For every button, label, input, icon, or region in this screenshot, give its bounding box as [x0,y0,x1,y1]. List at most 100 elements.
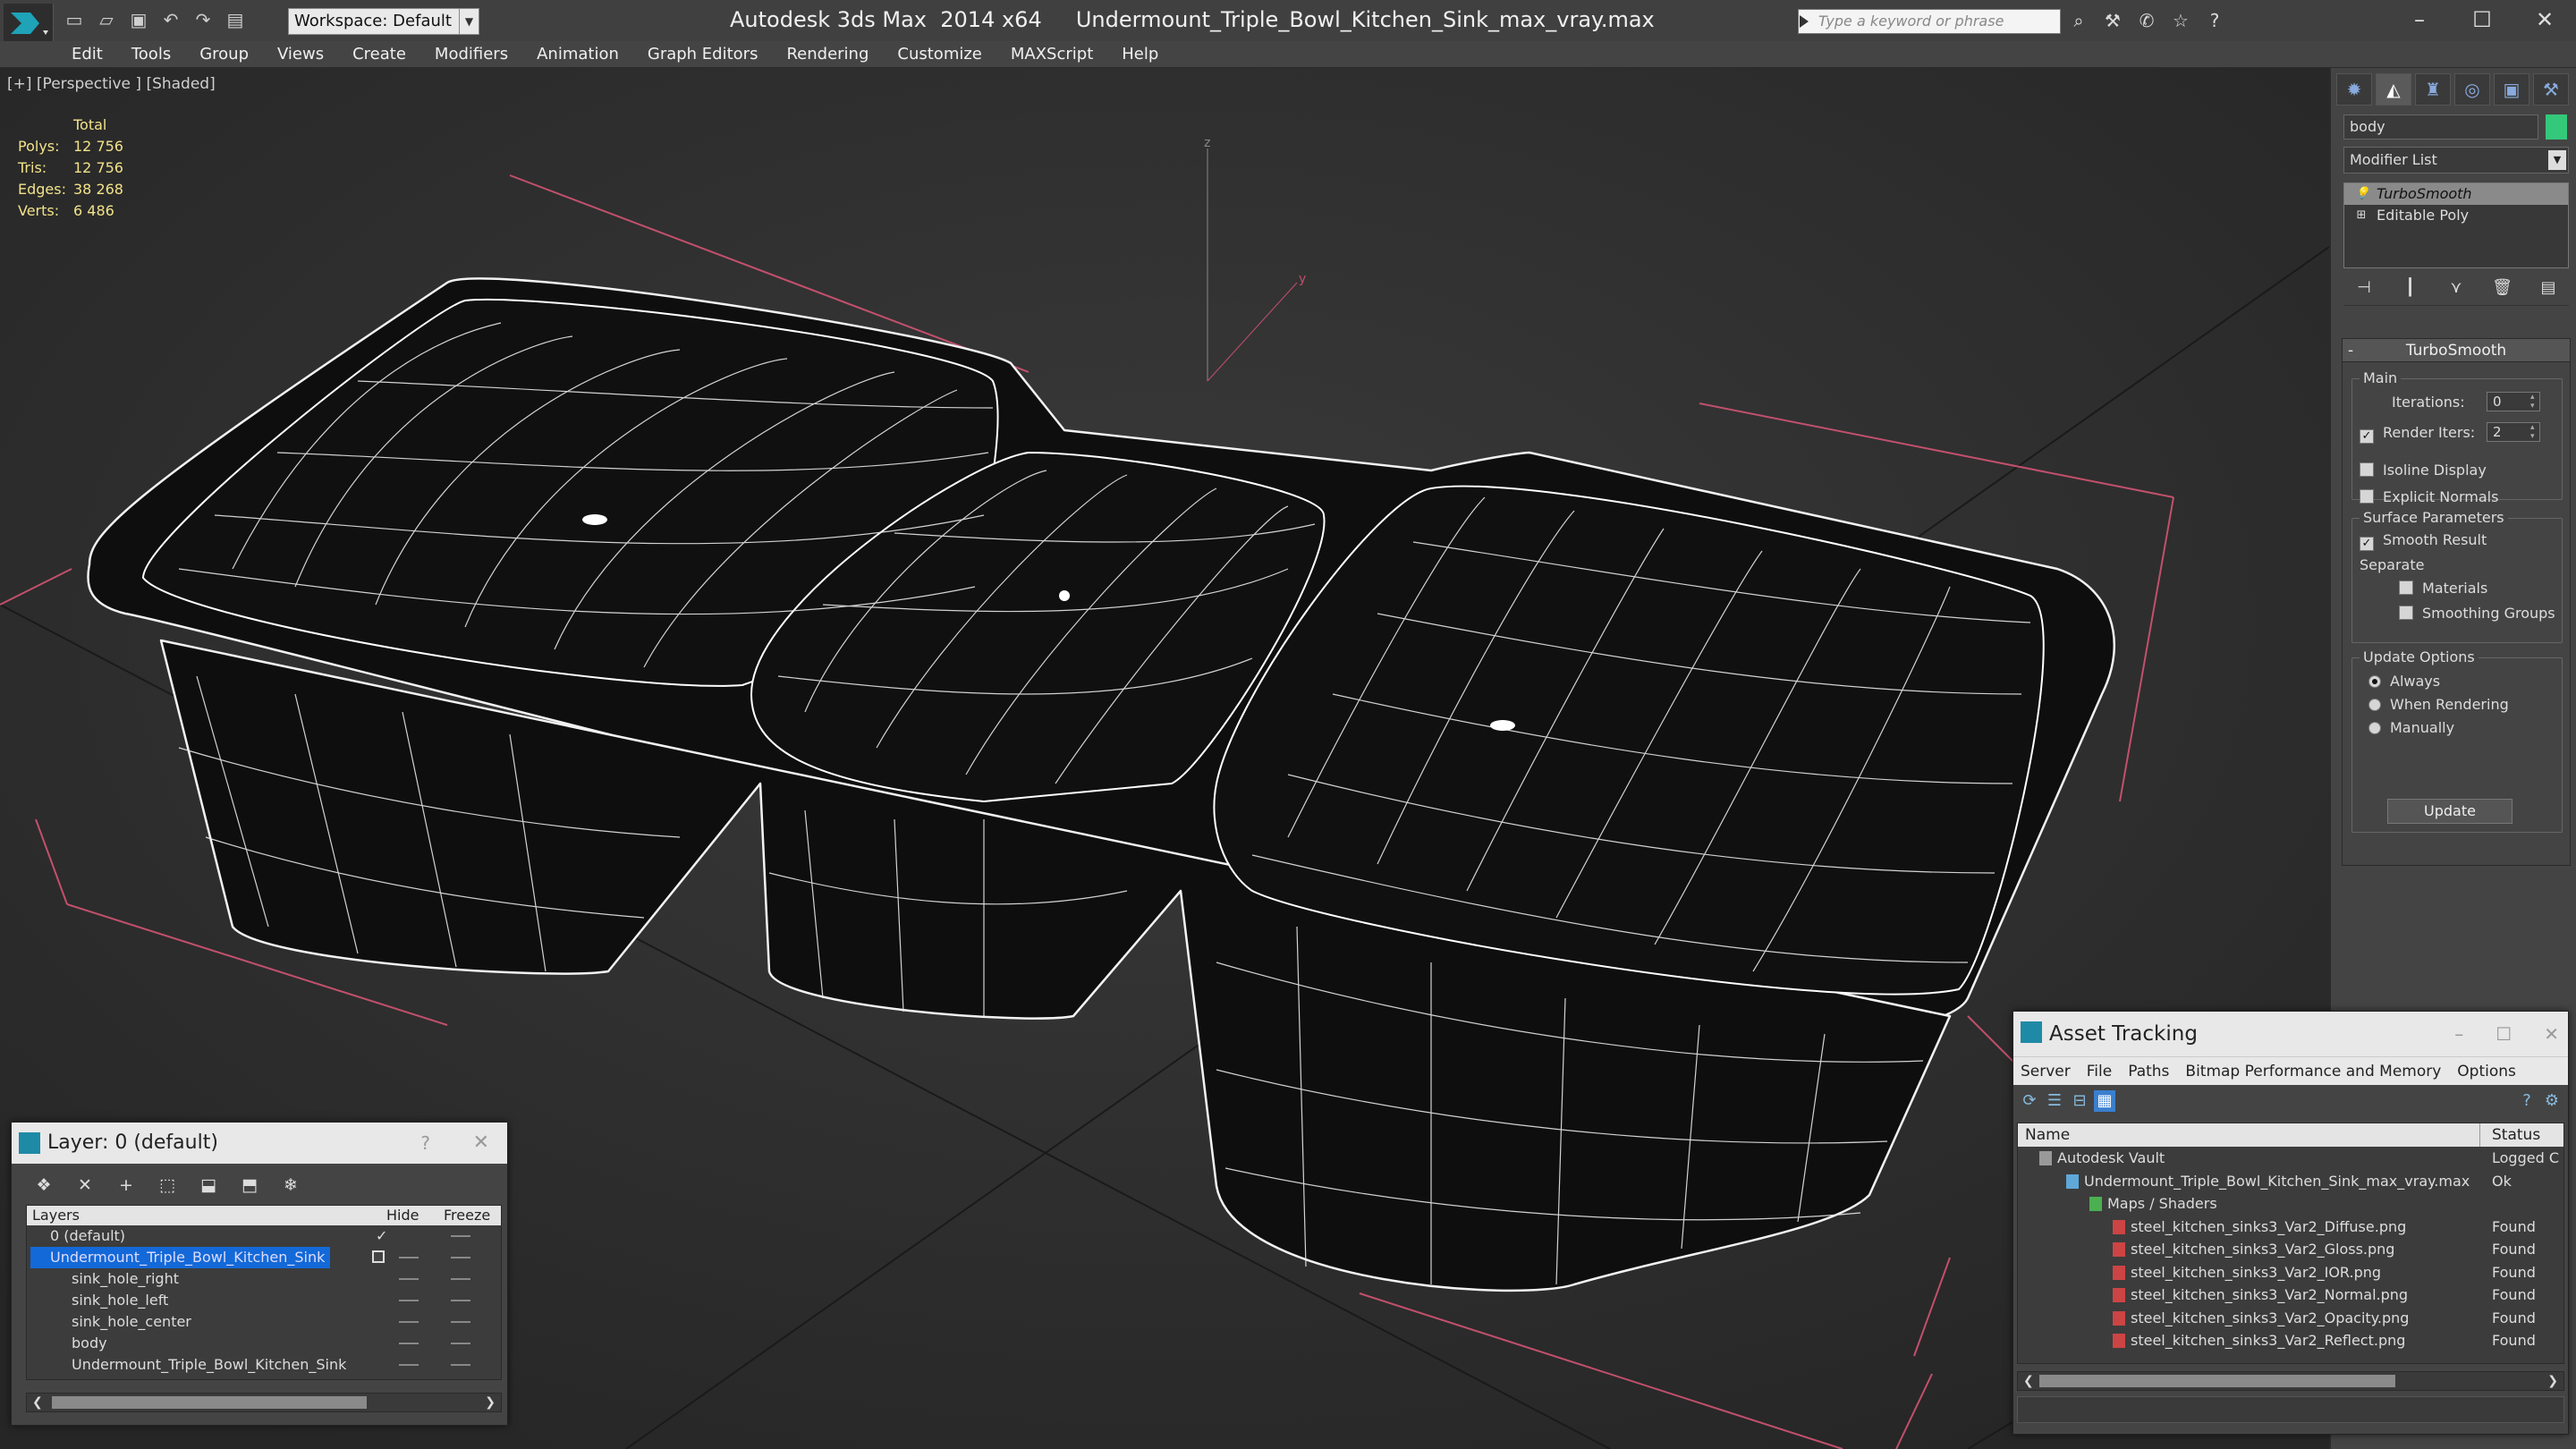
table-row[interactable]: Autodesk Vault Logged C [2018,1147,2563,1170]
table-row[interactable]: Maps / Shaders [2018,1192,2563,1216]
chevron-down-icon[interactable]: ▼ [459,9,479,34]
table-row[interactable]: steel_kitchen_sinks3_Var2_Normal.png Fou… [2018,1284,2563,1307]
undo-icon[interactable]: ↶ [159,9,182,30]
favorites-star-icon[interactable]: ☆ [2170,9,2191,32]
column-freeze[interactable]: Freeze [444,1206,490,1225]
delete-layer-icon[interactable]: ✕ [72,1173,97,1198]
configure-sets-icon[interactable]: ▤ [2537,275,2560,301]
refresh-icon[interactable]: ⟳ [2019,1090,2040,1112]
checkbox-checked[interactable]: ✓ [2360,429,2374,444]
render-iters-spinner[interactable]: 2 [2487,422,2540,442]
viewport-label[interactable]: [+] [Perspective ] [Shaded] [7,75,216,93]
workspace-dropdown[interactable]: Workspace: Default ▼ [288,8,479,35]
menu-file[interactable]: File [2087,1057,2112,1085]
isoline-display-checkbox[interactable]: Isoline Display [2360,462,2487,479]
object-name-field[interactable]: body [2343,114,2538,140]
menu-group[interactable]: Group [199,44,267,65]
display-tab-icon[interactable]: ▣ [2494,73,2529,106]
stack-item-editable-poly[interactable]: ⊞ Editable Poly [2344,205,2568,226]
update-always-radio[interactable]: Always [2368,673,2440,690]
close-icon[interactable]: ✕ [2544,1012,2559,1056]
show-end-result-icon[interactable]: ┃ [2399,275,2422,301]
layer-dialog-titlebar[interactable]: Layer: 0 (default) ? ✕ [12,1123,507,1164]
select-objects-icon[interactable]: ⬚ [155,1173,180,1198]
modify-tab-icon[interactable]: ◭ [2376,73,2411,106]
menu-help[interactable]: Help [1122,44,1176,65]
table-row[interactable]: Undermount_Triple_Bowl_Kitchen_Sink_max_… [2018,1170,2563,1193]
layer-row[interactable]: body [27,1333,501,1354]
column-layers[interactable]: Layers [32,1206,80,1225]
table-view-icon[interactable]: ▦ [2094,1090,2115,1112]
highlight-layer-icon[interactable]: ⬓ [196,1173,221,1198]
subscription-icon[interactable]: ⚒ [2102,9,2123,32]
make-unique-icon[interactable]: ⋎ [2445,275,2468,301]
layer-row[interactable]: Undermount_Triple_Bowl_Kitchen_Sink [27,1247,501,1268]
column-hide[interactable]: Hide [386,1206,419,1225]
minimize-icon[interactable]: – [2454,1012,2463,1056]
scroll-right-icon[interactable]: ❯ [2547,1372,2558,1390]
layer-row[interactable]: sink_hole_left [27,1290,501,1311]
menu-animation[interactable]: Animation [537,44,637,65]
freeze-all-icon[interactable]: ❄ [278,1173,303,1198]
smoothing-groups-checkbox[interactable]: Smoothing Groups [2399,605,2555,622]
table-row[interactable]: steel_kitchen_sinks3_Var2_IOR.png Found [2018,1261,2563,1284]
render-iters-checkbox[interactable]: ✓ Render Iters: [2360,424,2475,444]
maximize-icon[interactable]: ☐ [2451,0,2513,39]
menu-tools[interactable]: Tools [131,44,189,65]
collapse-icon[interactable]: - [2348,339,2353,362]
rollout-header[interactable]: - TurboSmooth [2343,339,2570,362]
menu-graph-editors[interactable]: Graph Editors [648,44,776,65]
hide-all-icon[interactable]: ⬒ [237,1173,262,1198]
update-manually-radio[interactable]: Manually [2368,719,2454,736]
new-file-icon[interactable]: ▭ [63,9,86,30]
app-logo-icon[interactable] [4,4,54,43]
utilities-tab-icon[interactable]: ⚒ [2533,73,2569,106]
update-when-rendering-radio[interactable]: When Rendering [2368,696,2509,713]
minimize-icon[interactable]: – [2388,0,2451,39]
asset-path-field[interactable] [2017,1396,2564,1423]
table-row[interactable]: steel_kitchen_sinks3_Var2_Diffuse.png Fo… [2018,1216,2563,1239]
search-expand-icon[interactable] [1800,15,1809,28]
column-status[interactable]: Status [2492,1123,2540,1147]
settings-icon[interactable]: ⚙ [2541,1090,2563,1112]
tree-view-icon[interactable]: ⊟ [2069,1090,2090,1112]
redo-icon[interactable]: ↷ [191,9,215,30]
pin-stack-icon[interactable]: ⊣ [2352,275,2376,301]
remove-modifier-icon[interactable]: 🗑 [2491,275,2514,301]
maximize-icon[interactable]: ☐ [2496,1012,2512,1056]
save-icon[interactable]: ▣ [127,9,150,30]
scroll-left-icon[interactable]: ❮ [2023,1372,2034,1390]
menu-modifiers[interactable]: Modifiers [435,44,526,65]
menu-server[interactable]: Server [2021,1057,2071,1085]
app-logo-icon[interactable] [4,4,54,43]
close-icon[interactable]: ✕ [2513,0,2576,39]
menu-create[interactable]: Create [352,44,424,65]
scrollbar-thumb[interactable] [52,1396,367,1409]
menu-maxscript[interactable]: MAXScript [1011,44,1111,65]
modifier-list-dropdown[interactable]: Modifier List ▼ [2343,147,2569,174]
add-to-layer-icon[interactable]: + [114,1173,139,1198]
menu-paths[interactable]: Paths [2128,1057,2169,1085]
new-layer-icon[interactable]: ❖ [31,1173,56,1198]
motion-tab-icon[interactable]: ◎ [2454,73,2490,106]
close-icon[interactable]: ✕ [473,1123,489,1164]
help-icon[interactable]: ? [2204,9,2225,32]
project-folder-icon[interactable]: ▤ [224,9,247,30]
communication-icon[interactable]: ✆ [2136,9,2157,32]
asset-tracking-titlebar[interactable]: Asset Tracking – ☐ ✕ [2013,1012,2568,1056]
help-icon[interactable]: ? [420,1123,430,1164]
scrollbar-thumb[interactable] [2039,1375,2395,1387]
layer-horizontal-scrollbar[interactable]: ❮ ❯ [26,1393,502,1412]
layer-row[interactable]: sink_hole_center [27,1311,501,1333]
iterations-spinner[interactable]: 0 [2487,392,2540,411]
asset-horizontal-scrollbar[interactable]: ❮ ❯ [2017,1371,2564,1391]
chevron-down-icon[interactable]: ▼ [2548,150,2566,170]
layer-row[interactable]: Undermount_Triple_Bowl_Kitchen_Sink [27,1354,501,1376]
expand-plus-icon[interactable]: ⊞ [2355,208,2368,223]
help-icon[interactable]: ? [2516,1090,2538,1112]
smooth-result-checkbox[interactable]: ✓ Smooth Result [2360,531,2487,551]
lightbulb-icon[interactable]: 💡 [2355,187,2369,201]
search-input[interactable]: Type a keyword or phrase [1798,9,2061,34]
hierarchy-tab-icon[interactable]: ♜ [2415,73,2451,106]
layer-row[interactable]: 0 (default) ✓ [27,1225,501,1247]
